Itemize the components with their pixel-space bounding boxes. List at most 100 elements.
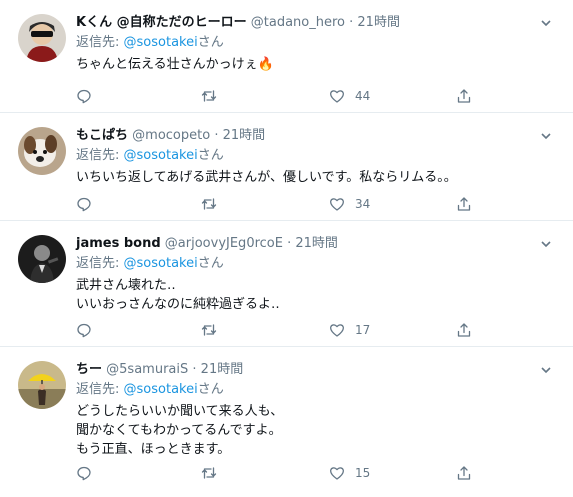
timestamp[interactable]: 21時間 [357,15,400,30]
user-handle[interactable]: @mocopeto [132,128,210,143]
reply-mention-link[interactable]: @sosotakei [124,256,198,271]
like-button[interactable]: 34 [329,194,370,214]
tweet-text-line: いいおっさんなのに純粋過ぎるよ‥ [76,297,280,312]
share-button[interactable] [456,463,472,483]
tweet-text-line: いちいち返してあげる武井さんが、優しいです。私ならリムる。。 [76,170,457,185]
reply-mention-link[interactable]: @sosotakei [124,382,198,397]
user-handle[interactable]: @arjoovyJEg0rcoE [165,236,283,251]
retweet-icon [201,467,217,479]
reply-suffix: さん [197,382,224,397]
like-button[interactable]: 44 [329,86,370,106]
retweet-icon [201,90,217,102]
retweet-button[interactable] [201,320,217,340]
chevron-down-icon[interactable] [539,129,553,143]
like-count: 34 [355,197,371,211]
chevron-down-icon[interactable] [539,363,553,377]
separator-dot: · [214,128,219,143]
reply-button[interactable] [76,320,92,340]
tweet-text-line: 聞かなくてもわかってるんですよ。 [76,423,282,438]
display-name[interactable]: ちー [76,362,102,377]
tweet-text-line: もう正直、ほっときます。 [76,442,231,457]
reply-icon [77,466,91,481]
tweet-text: いちいち返してあげる武井さんが、優しいです。私ならリムる。。 [76,168,533,187]
chevron-down-icon[interactable] [539,237,553,251]
tweet-actions: 44 [76,86,476,106]
chevron-down-icon[interactable] [539,16,553,30]
tweet-header: james bond @arjoovyJEg0rcoE · 21時間 [76,235,533,253]
user-handle[interactable]: @tadano_hero [251,15,345,30]
reply-context: 返信先: @sosotakeiさん [76,381,533,399]
tweet[interactable]: ちー @5samuraiS · 21時間 返信先: @sosotakeiさん ど… [0,347,573,497]
avatar[interactable] [18,235,66,283]
tweet[interactable]: もこぱち @mocopeto · 21時間 返信先: @sosotakeiさん … [0,113,573,221]
reply-icon [77,323,91,338]
tweet-actions: 34 [76,194,476,214]
share-button[interactable] [456,320,472,340]
user-handle[interactable]: @5samuraiS [106,362,188,377]
separator-dot: · [287,236,292,251]
like-button[interactable]: 15 [329,463,370,483]
tweet[interactable]: james bond @arjoovyJEg0rcoE · 21時間 返信先: … [0,221,573,347]
avatar[interactable] [18,127,66,175]
separator-dot: · [349,15,354,30]
reply-prefix: 返信先: [76,382,124,397]
share-icon [457,89,471,103]
reply-prefix: 返信先: [76,148,124,163]
tweet-header: もこぱち @mocopeto · 21時間 [76,127,533,145]
heart-icon [329,324,345,337]
tweet-text: どうしたらいいか聞いて来る人も、 聞かなくてもわかってるんですよ。 もう正直、ほ… [76,402,533,459]
reply-button[interactable] [76,86,92,106]
reply-button[interactable] [76,194,92,214]
avatar-image [18,235,66,283]
reply-feed: Kくん @自称ただのヒーロー @tadano_hero · 21時間 返信先: … [0,0,573,497]
avatar[interactable] [18,361,66,409]
reply-context: 返信先: @sosotakeiさん [76,147,533,165]
share-button[interactable] [456,194,472,214]
share-icon [457,323,471,337]
reply-button[interactable] [76,463,92,483]
avatar[interactable] [18,14,66,62]
timestamp[interactable]: 21時間 [295,236,338,251]
share-icon [457,197,471,211]
like-count: 44 [355,89,371,103]
timestamp[interactable]: 21時間 [223,128,266,143]
reply-context: 返信先: @sosotakeiさん [76,255,533,273]
retweet-button[interactable] [201,463,217,483]
heart-icon [329,90,345,103]
avatar-image [18,361,66,409]
heart-icon [329,467,345,480]
display-name[interactable]: james bond [76,236,161,251]
timestamp[interactable]: 21時間 [201,362,244,377]
tweet-text: ちゃんと伝える壮さんかっけぇ🔥 [76,55,533,74]
tweet-header: Kくん @自称ただのヒーロー @tadano_hero · 21時間 [76,14,533,32]
reply-suffix: さん [197,35,224,50]
retweet-icon [201,324,217,336]
avatar-image [18,14,66,62]
separator-dot: · [192,362,197,377]
tweet[interactable]: Kくん @自称ただのヒーロー @tadano_hero · 21時間 返信先: … [0,0,573,113]
retweet-icon [201,198,217,210]
display-name[interactable]: Kくん @自称ただのヒーロー [76,15,247,30]
tweet-text-line: どうしたらいいか聞いて来る人も、 [76,404,284,419]
reply-icon [77,89,91,104]
heart-icon [329,198,345,211]
share-icon [457,466,471,480]
reply-mention-link[interactable]: @sosotakei [124,35,198,50]
tweet-text-line: 武井さん壊れた‥ [76,278,176,293]
retweet-button[interactable] [201,194,217,214]
display-name[interactable]: もこぱち [76,128,128,143]
tweet-text: 武井さん壊れた‥ いいおっさんなのに純粋過ぎるよ‥ [76,276,533,314]
reply-suffix: さん [197,256,224,271]
retweet-button[interactable] [201,86,217,106]
like-count: 15 [355,466,371,480]
reply-icon [77,197,91,212]
tweet-actions: 15 [76,463,476,483]
tweet-text-line: ちゃんと伝える壮さんかっけぇ🔥 [76,57,274,72]
tweet-actions: 17 [76,320,476,340]
avatar-image [18,127,66,175]
reply-context: 返信先: @sosotakeiさん [76,34,533,52]
reply-mention-link[interactable]: @sosotakei [124,148,198,163]
reply-prefix: 返信先: [76,35,124,50]
like-button[interactable]: 17 [329,320,370,340]
share-button[interactable] [456,86,472,106]
